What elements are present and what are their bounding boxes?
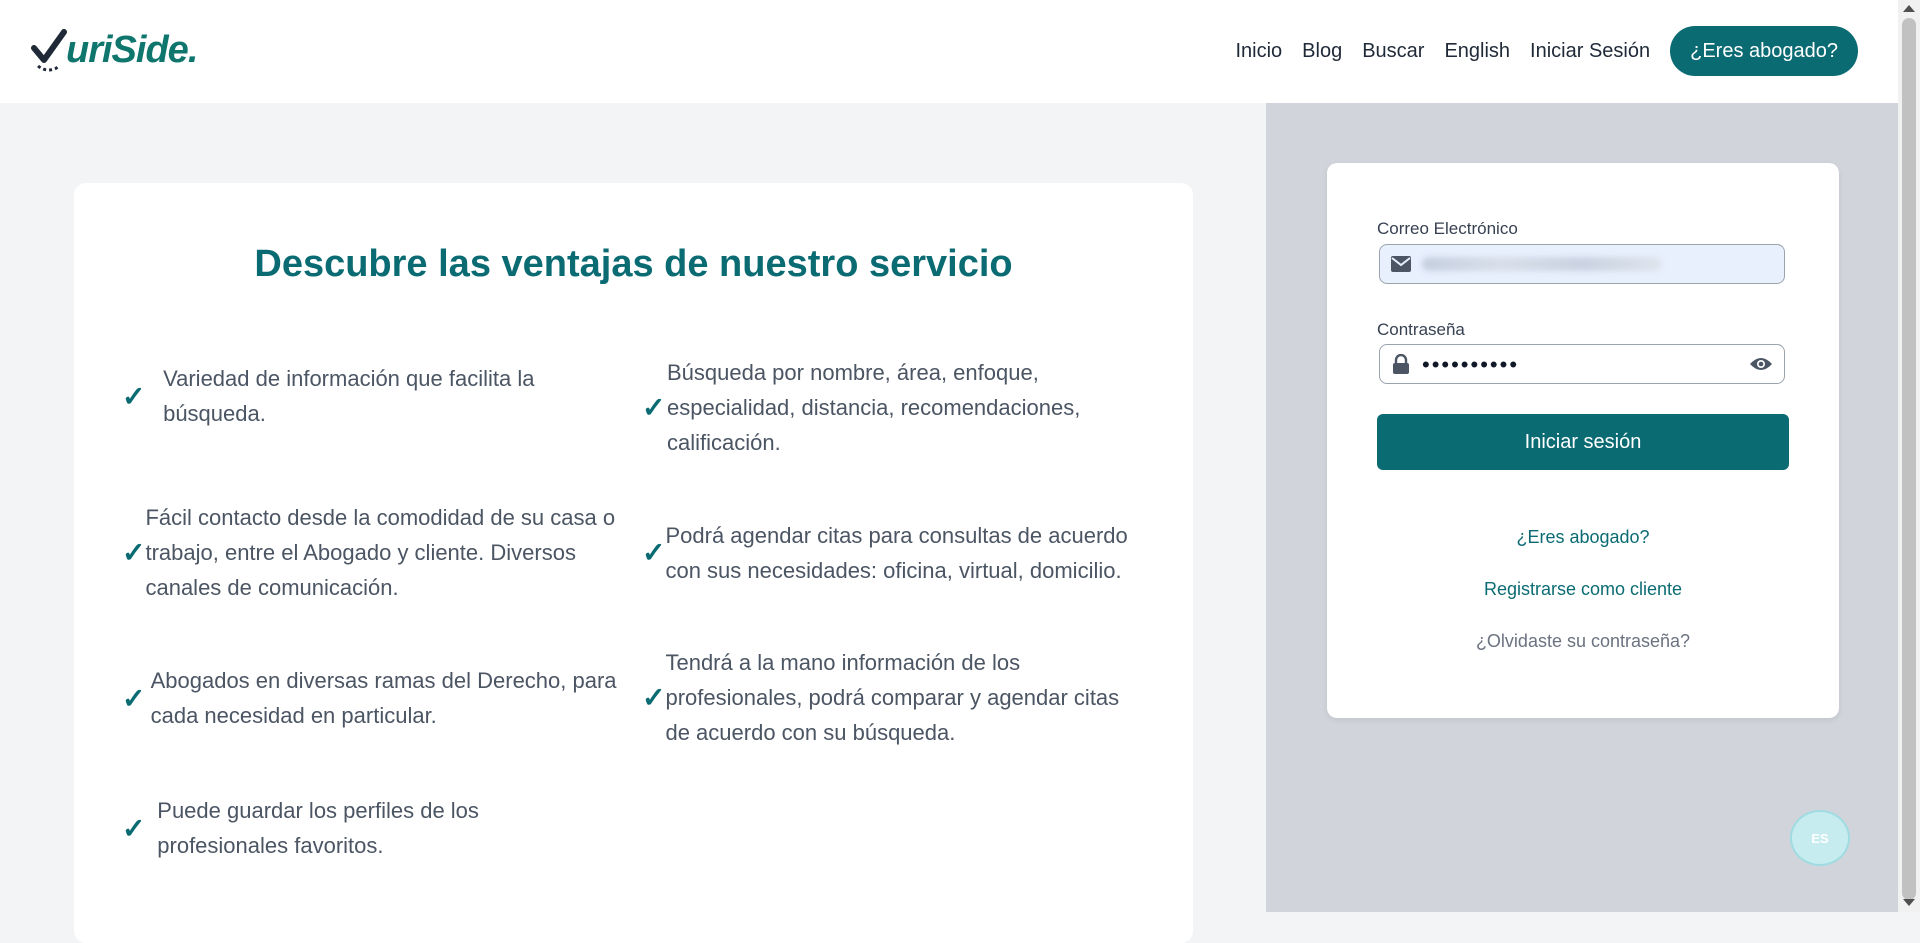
benefit-item: ✓ Variedad de información que facilita l… [122, 361, 592, 431]
eres-abogado-button[interactable]: ¿Eres abogado? [1670, 26, 1858, 76]
benefit-item: ✓ Tendrá a la mano información de los pr… [642, 645, 1122, 750]
login-card: Correo Electrónico Contraseña ••••••••••… [1327, 163, 1839, 718]
benefit-item: ✓ Abogados en diversas ramas del Derecho… [122, 663, 622, 733]
email-value-redacted [1422, 257, 1662, 271]
benefit-text: Puede guardar los perfiles de los profes… [157, 798, 479, 858]
benefits-card: Descubre las ventajas de nuestro servici… [74, 183, 1193, 943]
password-label: Contraseña [1377, 320, 1465, 339]
check-icon: ✓ [122, 537, 146, 568]
nav-buscar[interactable]: Buscar [1362, 40, 1424, 63]
lawyer-link[interactable]: ¿Eres abogado? [1327, 527, 1839, 548]
check-logo-icon [31, 29, 67, 72]
main-nav: Inicio Blog Buscar English Iniciar Sesió… [1215, 26, 1858, 76]
benefit-text: Búsqueda por nombre, área, enfoque, espe… [666, 360, 1081, 455]
benefit-text: Podrá agendar citas para consultas de ac… [665, 522, 1128, 583]
check-icon: ✓ [642, 682, 666, 713]
benefit-item: ✓ Fácil contacto desde la comodidad de s… [122, 500, 642, 605]
nav-inicio[interactable]: Inicio [1235, 40, 1282, 63]
language-toggle-button[interactable]: ES [1790, 810, 1850, 866]
lock-icon [1390, 354, 1412, 374]
benefit-text: Fácil contacto desde la comodidad de su … [145, 505, 616, 600]
benefits-title: Descubre las ventajas de nuestro servici… [254, 243, 1013, 285]
logo[interactable]: uriSide. [30, 26, 198, 74]
password-field[interactable]: •••••••••• [1379, 344, 1785, 384]
check-icon: ✓ [122, 682, 146, 714]
check-icon: ✓ [122, 812, 146, 844]
site-header: uriSide. Inicio Blog Buscar English Inic… [0, 0, 1898, 103]
nav-english[interactable]: English [1444, 40, 1510, 63]
register-client-link[interactable]: Registrarse como cliente [1327, 579, 1839, 600]
benefit-item: ✓ Podrá agendar citas para consultas de … [642, 500, 1132, 605]
check-icon: ✓ [642, 392, 666, 423]
scroll-up-icon[interactable] [1903, 5, 1915, 12]
check-icon: ✓ [122, 380, 146, 412]
nav-iniciar-sesion[interactable]: Iniciar Sesión [1530, 40, 1650, 63]
login-submit-button[interactable]: Iniciar sesión [1377, 414, 1789, 470]
benefit-text: Variedad de información que facilita la … [163, 366, 535, 426]
nav-blog[interactable]: Blog [1302, 40, 1342, 63]
check-icon: ✓ [642, 537, 666, 568]
benefit-item: ✓ Búsqueda por nombre, área, enfoque, es… [642, 355, 1162, 460]
envelope-icon [1390, 254, 1412, 274]
forgot-password-link[interactable]: ¿Olvidaste su contraseña? [1327, 631, 1839, 652]
benefit-text: Tendrá a la mano información de los prof… [665, 650, 1120, 745]
eye-icon[interactable] [1748, 353, 1774, 375]
logo-text: uriSide. [66, 28, 198, 71]
scroll-thumb[interactable] [1902, 18, 1916, 900]
benefit-text: Abogados en diversas ramas del Derecho, … [150, 668, 617, 728]
scrollbar[interactable] [1898, 0, 1920, 912]
email-field[interactable] [1379, 244, 1785, 284]
password-value: •••••••••• [1422, 352, 1520, 377]
scroll-down-icon[interactable] [1903, 899, 1915, 906]
email-label: Correo Electrónico [1377, 219, 1518, 238]
benefit-item: ✓ Puede guardar los perfiles de los prof… [122, 793, 582, 863]
